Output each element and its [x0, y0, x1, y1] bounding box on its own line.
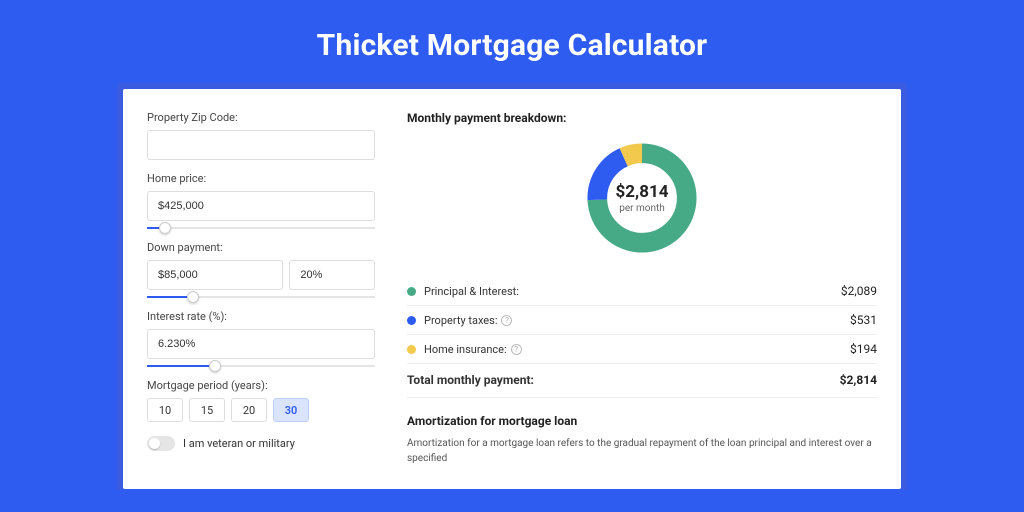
legend: Principal & Interest: $2,089 Property ta…	[407, 277, 877, 398]
legend-value-taxes: $531	[850, 313, 877, 327]
breakdown-title: Monthly payment breakdown:	[407, 111, 877, 125]
field-home-price: Home price:	[147, 172, 375, 229]
calculator-card-outer: Property Zip Code: Home price: Down paym…	[117, 83, 907, 489]
veteran-label: I am veteran or military	[183, 437, 295, 450]
donut-chart: $2,814 per month	[583, 139, 701, 257]
donut-chart-wrap: $2,814 per month	[407, 133, 877, 273]
legend-label-taxes: Property taxes: ?	[424, 314, 850, 327]
donut-center: $2,814 per month	[583, 139, 701, 257]
form-panel: Property Zip Code: Home price: Down paym…	[123, 89, 391, 489]
veteran-toggle[interactable]	[147, 436, 175, 451]
legend-row-principal: Principal & Interest: $2,089	[407, 277, 877, 306]
zip-label: Property Zip Code:	[147, 111, 375, 124]
page-title: Thicket Mortgage Calculator	[0, 0, 1024, 83]
help-icon[interactable]: ?	[511, 344, 522, 355]
down-payment-slider-thumb[interactable]	[187, 291, 199, 303]
period-option-10[interactable]: 10	[147, 398, 183, 422]
period-options: 10 15 20 30	[147, 398, 375, 422]
period-option-15[interactable]: 15	[189, 398, 225, 422]
home-price-input[interactable]	[147, 191, 375, 221]
legend-label-principal: Principal & Interest:	[424, 285, 841, 298]
period-label: Mortgage period (years):	[147, 379, 375, 392]
field-down-payment: Down payment:	[147, 241, 375, 298]
home-price-slider[interactable]	[147, 227, 375, 229]
down-payment-slider[interactable]	[147, 296, 375, 298]
field-period: Mortgage period (years): 10 15 20 30	[147, 379, 375, 422]
legend-label-total: Total monthly payment:	[407, 373, 840, 387]
period-option-20[interactable]: 20	[231, 398, 267, 422]
down-payment-pct-input[interactable]	[289, 260, 375, 290]
down-payment-label: Down payment:	[147, 241, 375, 254]
donut-center-sub: per month	[619, 203, 665, 214]
field-zip: Property Zip Code:	[147, 111, 375, 160]
legend-value-principal: $2,089	[841, 284, 877, 298]
field-interest: Interest rate (%):	[147, 310, 375, 367]
legend-value-insurance: $194	[850, 342, 877, 356]
donut-center-amount: $2,814	[616, 182, 669, 202]
interest-input[interactable]	[147, 329, 375, 359]
legend-dot-principal	[407, 287, 416, 296]
interest-label: Interest rate (%):	[147, 310, 375, 323]
calculator-card: Property Zip Code: Home price: Down paym…	[123, 89, 901, 489]
breakdown-panel: Monthly payment breakdown: $2,814 per mo…	[391, 89, 901, 489]
interest-slider-fill	[147, 365, 215, 367]
home-price-slider-thumb[interactable]	[159, 222, 171, 234]
legend-value-total: $2,814	[840, 373, 877, 387]
period-option-30[interactable]: 30	[273, 398, 309, 422]
home-price-label: Home price:	[147, 172, 375, 185]
field-veteran: I am veteran or military	[147, 436, 375, 451]
amortization-text: Amortization for a mortgage loan refers …	[407, 436, 877, 466]
interest-slider[interactable]	[147, 365, 375, 367]
zip-input[interactable]	[147, 130, 375, 160]
amortization-title: Amortization for mortgage loan	[407, 414, 877, 428]
legend-row-total: Total monthly payment: $2,814	[407, 364, 877, 398]
legend-dot-insurance	[407, 345, 416, 354]
legend-row-taxes: Property taxes: ? $531	[407, 306, 877, 335]
legend-row-insurance: Home insurance: ? $194	[407, 335, 877, 364]
interest-slider-thumb[interactable]	[209, 360, 221, 372]
help-icon[interactable]: ?	[501, 315, 512, 326]
down-payment-input[interactable]	[147, 260, 283, 290]
legend-label-insurance: Home insurance: ?	[424, 343, 850, 356]
legend-dot-taxes	[407, 316, 416, 325]
